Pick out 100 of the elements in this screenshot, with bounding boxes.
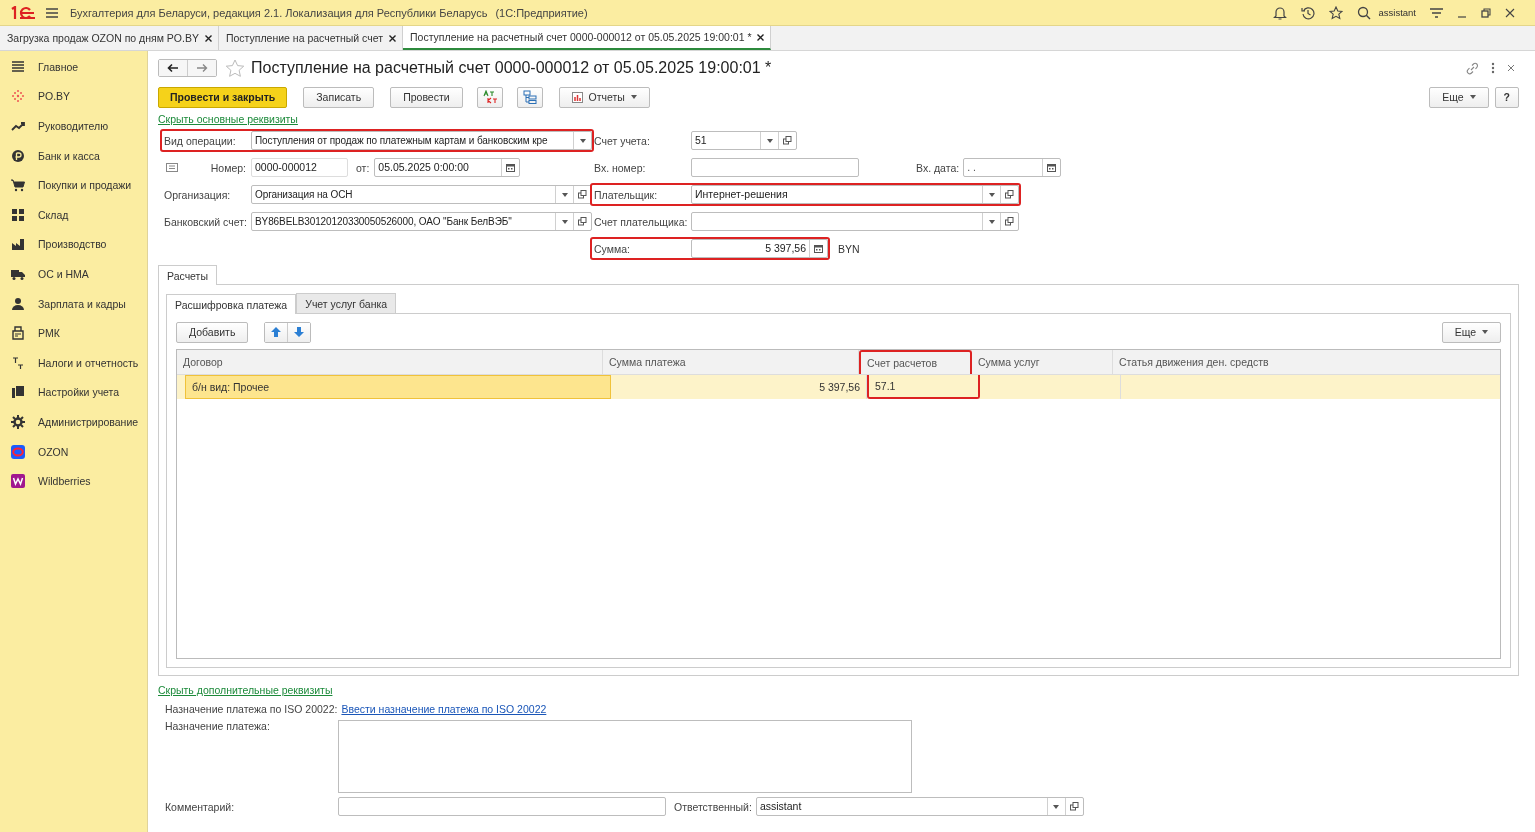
move-down-button[interactable] (287, 322, 311, 342)
more-button[interactable]: Еще (1441, 321, 1501, 343)
help-button[interactable]: ? (1494, 86, 1519, 108)
sidebar-item[interactable]: Склад (0, 199, 147, 230)
sidebar-item[interactable]: РМК (0, 318, 147, 348)
trend-icon (11, 119, 25, 133)
search-icon[interactable] (1356, 5, 1371, 20)
sidebar-item[interactable]: OZON (0, 436, 147, 467)
filter-icon[interactable] (1430, 6, 1443, 19)
calendar-icon (506, 163, 516, 172)
collapse-link[interactable]: Скрыть дополнительные реквизиты (158, 684, 333, 696)
sidebar-item[interactable]: Администрирование (0, 407, 147, 437)
debit-credit-button[interactable] (476, 86, 503, 108)
sidebar-item[interactable]: Налоги и отчетность (0, 347, 147, 378)
column-header[interactable]: Договор (177, 350, 603, 374)
sidebar-item[interactable]: Банк и касса (0, 140, 147, 171)
factory-icon (11, 237, 25, 252)
document-icon[interactable] (166, 163, 178, 172)
open-icon (1005, 190, 1014, 199)
sidebar-item[interactable]: Главное (0, 52, 147, 82)
star-icon[interactable] (1328, 5, 1343, 20)
add-button[interactable]: Добавить (176, 321, 249, 343)
logo-icon (10, 5, 36, 20)
section-tab[interactable]: Расчеты (158, 265, 217, 285)
close-icon[interactable] (389, 34, 396, 42)
open-tab[interactable]: Загрузка продаж OZON по дням PO.BY (0, 26, 219, 50)
incoming-number-field[interactable] (691, 158, 859, 177)
user-name[interactable]: assistant (1378, 7, 1416, 18)
date-field[interactable]: 05.05.2025 0:00:00 (374, 158, 521, 177)
cart-icon (11, 178, 25, 193)
open-icon (578, 190, 587, 199)
sidebar-item[interactable]: ОС и НМА (0, 259, 147, 289)
field-label: Назначение платежа: (165, 720, 271, 732)
gear-icon (11, 414, 25, 429)
restore-icon[interactable] (1481, 7, 1491, 18)
collapse-link[interactable]: Скрыть основные реквизиты (158, 113, 298, 125)
sidebar-item[interactable]: Wildberries (0, 466, 147, 496)
payment-purpose-field[interactable] (338, 720, 912, 793)
field-label: Номер: (209, 161, 247, 174)
account-field[interactable]: 51 (691, 131, 797, 150)
sidebar-item[interactable]: Руководителю (0, 111, 147, 141)
open-icon (578, 217, 587, 226)
caret-icon (579, 138, 586, 143)
payer-field[interactable]: Плательщик: Интернет-решения (590, 183, 1021, 206)
column-header[interactable]: Сумма услуг (972, 350, 1113, 374)
person-icon (11, 296, 25, 311)
sidebar-item[interactable]: PO.BY (0, 81, 147, 112)
close-icon[interactable] (757, 33, 765, 41)
post-and-close-button[interactable]: Провести и закрыть (158, 86, 288, 108)
field-label: Вх. дата: (916, 161, 960, 174)
sum-field[interactable]: Сумма: 5 397,56 (590, 237, 830, 260)
link-icon[interactable] (1466, 61, 1479, 75)
history-icon[interactable] (1300, 5, 1315, 20)
calendar-icon (814, 244, 823, 253)
caret-icon (988, 192, 995, 197)
caret-icon (561, 219, 568, 224)
close-icon[interactable] (204, 34, 212, 42)
column-header[interactable]: Статья движения ден. средств (1113, 350, 1500, 374)
close-icon[interactable] (1505, 7, 1515, 18)
operation-type-field[interactable]: Вид операции: Поступления от продаж по платежным картам и банковским кре (160, 129, 594, 152)
caret-icon (561, 192, 568, 197)
arrow-down-icon (294, 327, 305, 337)
more-icon[interactable] (1491, 62, 1495, 74)
sidebar-item[interactable]: Производство (0, 229, 147, 260)
bell-icon[interactable] (1272, 5, 1287, 20)
favorite-star-icon[interactable] (225, 58, 245, 78)
sidebar-item[interactable]: Зарплата и кадры (0, 288, 147, 319)
arrow-right-icon (196, 63, 208, 73)
move-up-button[interactable] (265, 322, 288, 342)
number-field[interactable]: 0000-000012 (251, 158, 348, 177)
incoming-date-field[interactable]: . . (963, 158, 1062, 177)
structure-button[interactable] (516, 86, 543, 108)
section-tab[interactable]: Расшифровка платежа (166, 294, 297, 314)
app-title: Бухгалтерия для Беларуси, редакция 2.1. Локализация для Республики Беларусь (70, 6, 488, 19)
post-button[interactable]: Провести (390, 86, 463, 108)
dots-icon (11, 89, 25, 104)
more-button[interactable]: Еще (1429, 86, 1489, 108)
caret-icon (630, 95, 637, 99)
comment-field[interactable] (338, 797, 666, 816)
section-tab[interactable]: Учет услуг банка (296, 293, 397, 313)
caret-icon (1053, 804, 1060, 809)
responsible-field[interactable]: assistant (755, 797, 1084, 816)
reports-button[interactable]: Отчеты (558, 86, 650, 108)
table-row[interactable]: б/н вид: Прочее 5 397,56 57.1 (177, 375, 1500, 399)
back-button[interactable] (159, 60, 187, 76)
iso-purpose-link[interactable]: Ввести назначение платежа по ISO 20022 (341, 703, 547, 715)
open-tab[interactable]: Поступление на расчетный счет 0000-000012 от 05.05.2025 19:00:01 * (403, 26, 772, 50)
platform-label: (1С:Предприятие) (495, 6, 588, 19)
field-label: Вх. номер: (594, 161, 647, 174)
calendar-icon (1047, 163, 1057, 172)
menu-icon[interactable] (46, 7, 58, 18)
save-button[interactable]: Записать (303, 86, 375, 108)
table-cell: 57.1 (867, 375, 980, 399)
open-icon (783, 136, 792, 145)
sidebar-item[interactable]: Покупки и продажи (0, 170, 147, 200)
table-cell: б/н вид: Прочее (185, 375, 611, 399)
coin-icon (11, 148, 25, 163)
wildberries-icon (11, 474, 25, 489)
column-header[interactable]: Сумма платежа (603, 350, 859, 374)
sidebar-item[interactable]: Настройки учета (0, 377, 147, 408)
